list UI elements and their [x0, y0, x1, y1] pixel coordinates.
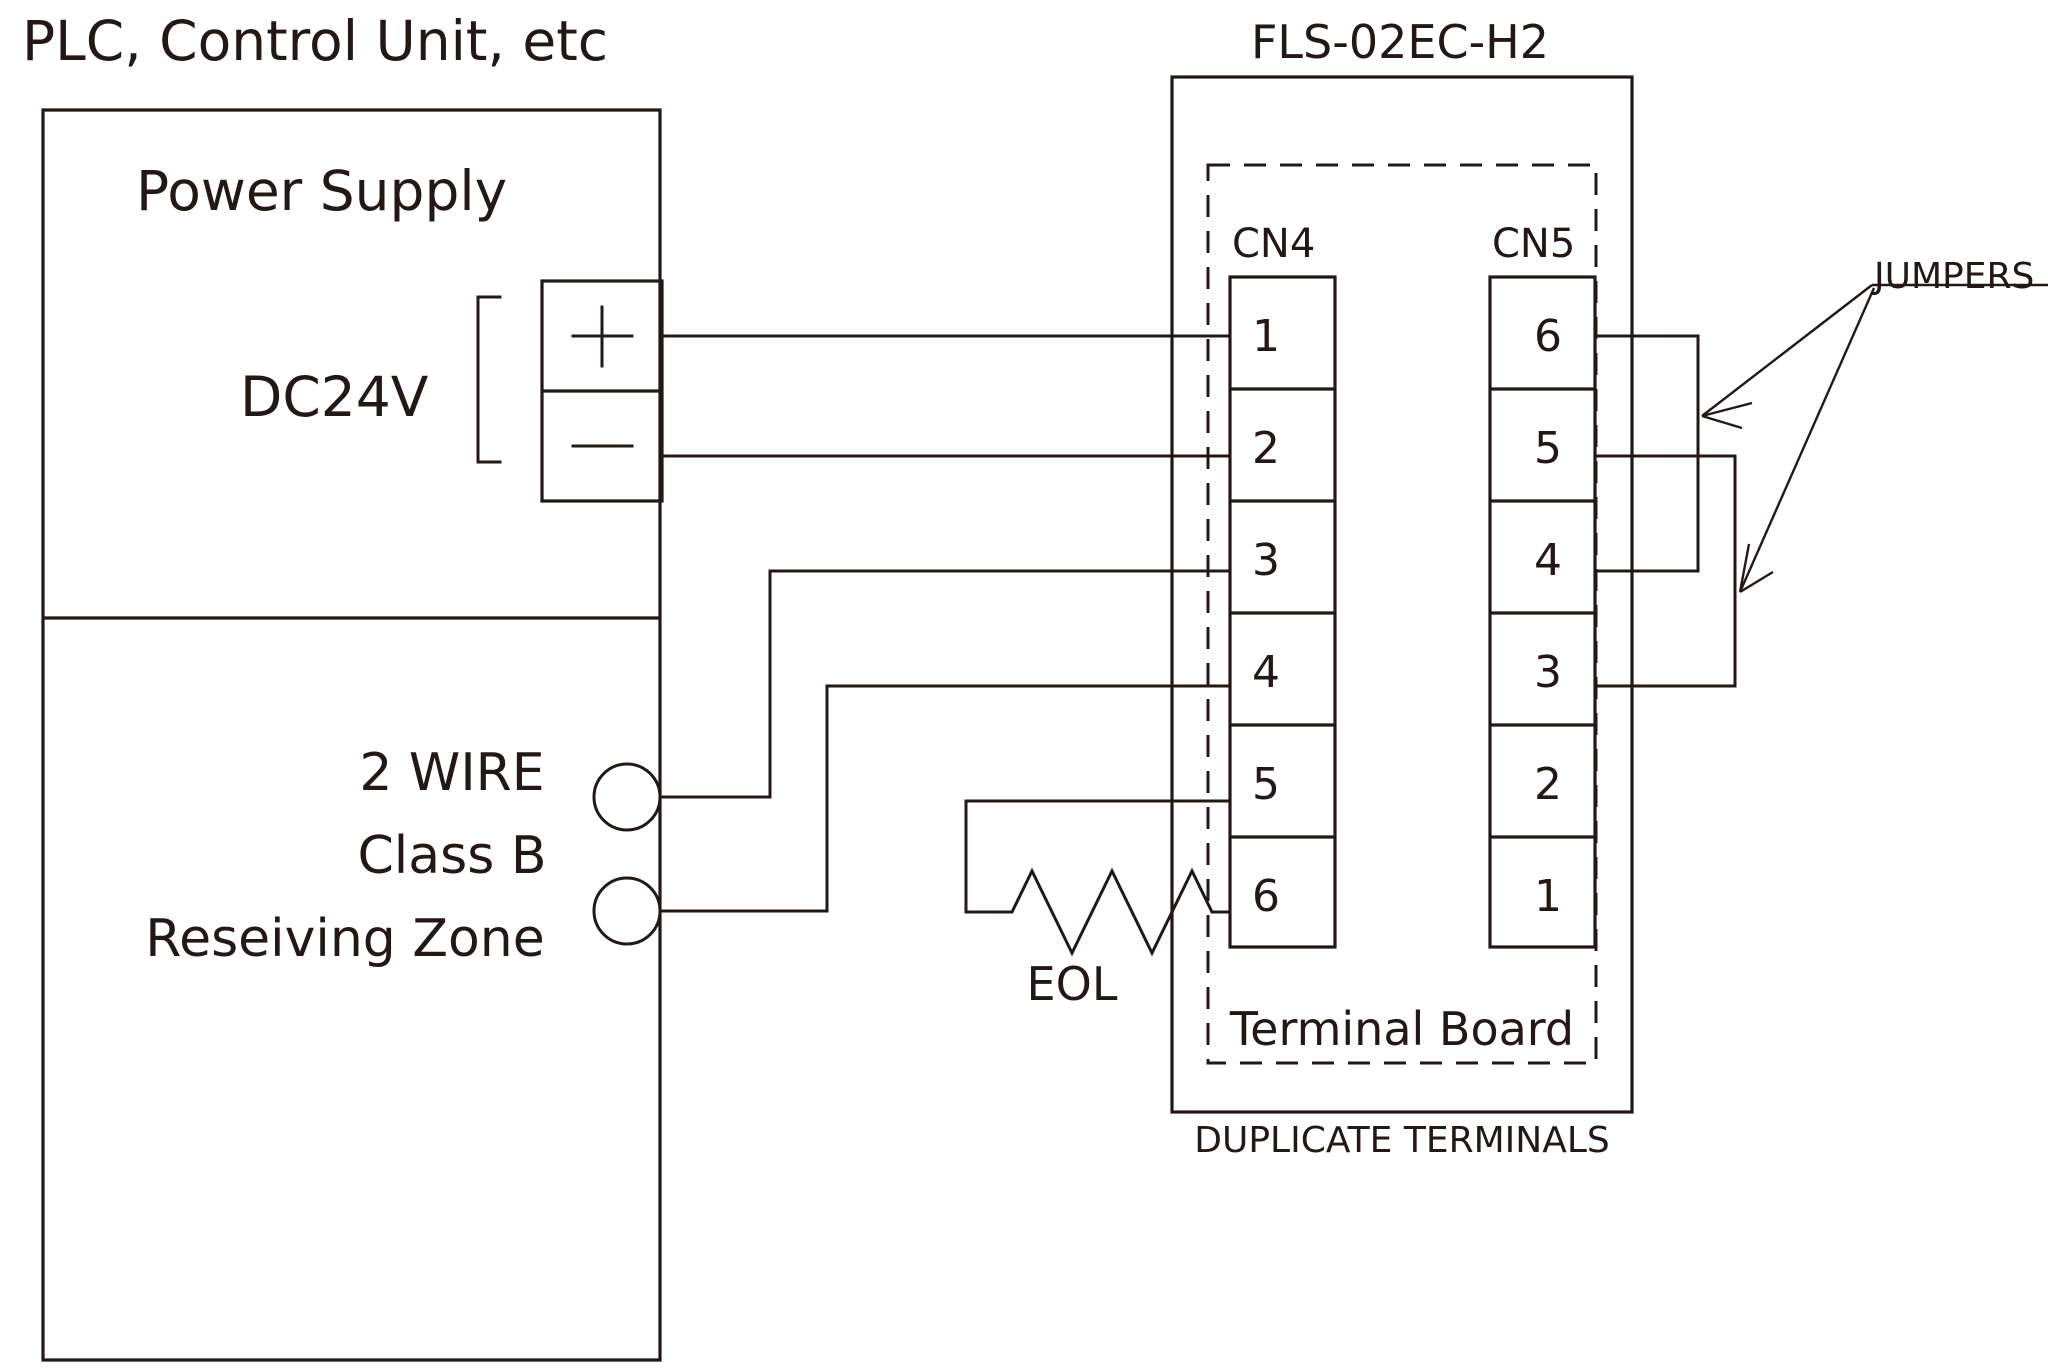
cn5-terminal-5: 5: [1534, 423, 1562, 474]
cn5-terminal-1: 1: [1534, 871, 1562, 922]
zone-label-line-2: Class B: [357, 826, 546, 886]
plc-panel-outline: [41, 108, 662, 1362]
plus-icon: [571, 305, 634, 368]
dc24v-terminal-block: [476, 279, 664, 503]
zone-label-line-3: Reseiving Zone: [145, 909, 544, 969]
jumper-wires: [1593, 334, 1737, 688]
zone-terminal-circle-1: [592, 762, 662, 832]
device-model-label: FLS-02EC-H2: [1251, 15, 1549, 69]
jumper-cn5-6-to-cn5-4: [1593, 334, 1700, 573]
cn4-terminal-4: 4: [1252, 647, 1280, 698]
cn4-terminal-2: 2: [1252, 423, 1280, 474]
cn5-terminal-4: 4: [1534, 535, 1562, 586]
cn4-terminal-1: 1: [1252, 311, 1280, 362]
wiring-diagram: PLC, Control Unit, etc Power Supply DC24…: [0, 0, 2048, 1372]
eol-label: EOL: [1027, 957, 1118, 1011]
wire-bundle: [658, 334, 1232, 957]
cn4-terminal-6: 6: [1252, 871, 1280, 922]
power-supply-label: Power Supply: [136, 159, 507, 223]
jumpers-label: JUMPERS: [1872, 256, 2034, 297]
zone-label-line-1: 2 WIRE: [359, 743, 544, 803]
duplicate-terminals-label: DUPLICATE TERMINALS: [1194, 1120, 1610, 1161]
cn4-terminal-column: [1228, 275, 1337, 949]
dc24v-label: DC24V: [240, 365, 429, 429]
zone-terminal-circle-2: [592, 876, 662, 946]
page-title: PLC, Control Unit, etc: [22, 9, 608, 73]
cn5-label: CN5: [1492, 221, 1575, 267]
receiving-zone-terminals: [592, 762, 662, 946]
cn5-terminal-column: [1488, 275, 1597, 949]
terminal-board-label: Terminal Board: [1229, 1002, 1574, 1056]
cn5-terminal-3: 3: [1534, 647, 1562, 698]
jumper-leader-arrows: [1701, 283, 2048, 594]
cn5-terminal-6: 6: [1534, 311, 1562, 362]
cn5-terminal-2: 2: [1534, 759, 1562, 810]
cn4-label: CN4: [1232, 221, 1315, 267]
eol-resistor-symbol: [964, 867, 1232, 957]
cn4-terminal-3: 3: [1252, 535, 1280, 586]
plc-control-unit-panel: [41, 108, 662, 1362]
wire-cn4-5-to-eol: [964, 799, 1232, 914]
dc24v-bracket: [476, 295, 502, 464]
cn4-terminal-5: 5: [1252, 759, 1280, 810]
wire-zone1-to-cn4-3: [658, 569, 1232, 799]
wiring-diagram-canvas: PLC, Control Unit, etc Power Supply DC24…: [22, 9, 2048, 1362]
